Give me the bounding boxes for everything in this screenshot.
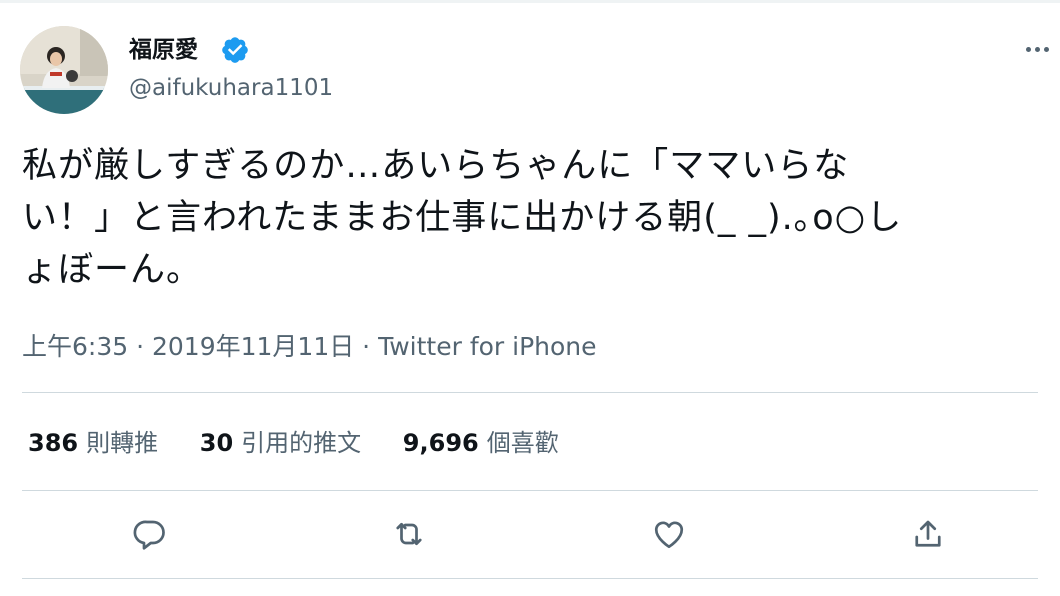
quote-tweet-count-stat[interactable]: 30 引用的推文: [200, 426, 361, 460]
like-count-stat[interactable]: 9,696 個喜歡: [403, 426, 559, 460]
tweet-metadata: 上午6:35 · 2019年11月11日 · Twitter for iPhon…: [22, 330, 597, 364]
author-avatar[interactable]: [20, 26, 108, 114]
tweet-time[interactable]: 上午6:35: [22, 332, 128, 361]
author-handle[interactable]: @aifukuhara1101: [129, 73, 333, 103]
tweet-source[interactable]: Twitter for iPhone: [378, 332, 596, 361]
avatar-photo-icon: [20, 26, 108, 114]
tweet-date[interactable]: 2019年11月11日: [152, 332, 354, 361]
reply-icon: [133, 520, 165, 550]
like-icon: [654, 521, 684, 549]
retweet-icon: [396, 522, 422, 546]
share-icon: [915, 520, 941, 547]
tweet-text: 私が厳しすぎるのか…あいらちゃんに「ママいらな い！」と言われたままお仕事に出か…: [22, 146, 903, 290]
retweet-button[interactable]: [389, 514, 429, 554]
retweet-count-stat[interactable]: 386 則轉推: [28, 426, 158, 460]
divider: [22, 392, 1038, 393]
top-border: [0, 0, 1060, 3]
share-button[interactable]: [908, 514, 948, 554]
meta-separator: ·: [354, 332, 379, 361]
reply-button[interactable]: [130, 514, 170, 554]
verified-badge-icon: [222, 37, 248, 63]
tweet-stats: 386 則轉推 30 引用的推文 9,696 個喜歡: [28, 426, 593, 460]
meta-separator: ·: [128, 332, 152, 361]
like-button[interactable]: [649, 514, 689, 554]
author-display-name[interactable]: 福原愛: [129, 34, 198, 66]
more-options-icon[interactable]: [1018, 30, 1056, 68]
divider: [22, 490, 1038, 491]
divider: [22, 578, 1038, 579]
